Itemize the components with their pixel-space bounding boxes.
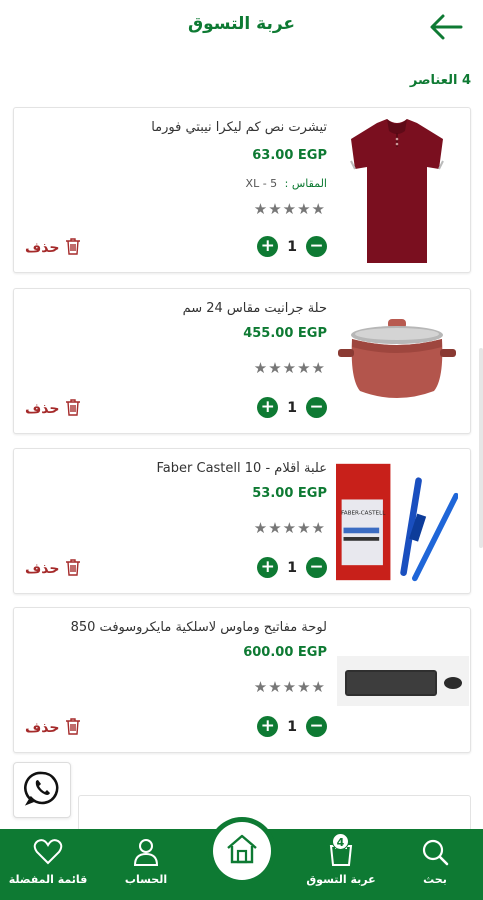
increase-quantity-button[interactable]: + — [257, 716, 279, 737]
product-size: المقاس : XL - 5 — [246, 177, 327, 190]
user-icon — [101, 837, 191, 869]
star-icon: ★ — [268, 200, 282, 218]
delete-button[interactable]: حذف — [25, 558, 81, 580]
product-price: 63.00 EGP — [252, 148, 327, 163]
increase-quantity-button[interactable]: + — [257, 557, 279, 578]
scrollbar[interactable] — [479, 348, 483, 548]
heart-icon — [3, 837, 93, 869]
star-icon: ★ — [282, 519, 297, 537]
product-name[interactable]: تيشرت نص كم ليكرا نيبتي فورما — [27, 120, 327, 135]
increase-quantity-button[interactable]: + — [257, 397, 279, 418]
trash-icon — [65, 237, 81, 259]
product-price: 455.00 EGP — [243, 326, 327, 341]
product-image[interactable] — [336, 116, 458, 266]
quantity-value: 1 — [287, 399, 297, 416]
trash-icon — [65, 558, 81, 580]
home-button[interactable] — [208, 817, 276, 885]
decrease-quantity-button[interactable]: − — [306, 557, 327, 578]
star-icon: ★ — [311, 678, 325, 696]
star-icon: ★ — [297, 359, 311, 377]
home-icon — [225, 832, 259, 870]
star-icon: ★ — [311, 519, 325, 537]
quantity-stepper: + 1 − — [257, 557, 327, 578]
star-icon: ★ — [282, 678, 297, 696]
increase-quantity-button[interactable]: + — [257, 236, 279, 257]
delete-button[interactable]: حذف — [25, 717, 81, 739]
cart-item: تيشرت نص كم ليكرا نيبتي فورما 63.00 EGP … — [13, 107, 471, 273]
quantity-value: 1 — [287, 238, 297, 255]
decrease-quantity-button[interactable]: − — [306, 236, 327, 257]
product-image[interactable] — [336, 616, 470, 746]
nav-account[interactable]: الحساب — [101, 829, 191, 900]
star-icon: ★ — [311, 359, 325, 377]
back-arrow-icon[interactable] — [429, 12, 463, 42]
page-title: عربة التسوق — [187, 14, 296, 34]
whatsapp-button[interactable] — [13, 762, 71, 818]
nav-search-label: بحث — [423, 873, 447, 886]
trash-icon — [65, 398, 81, 420]
star-icon: ★ — [297, 519, 311, 537]
nav-cart-label: عربة التسوق — [306, 873, 376, 886]
delete-button[interactable]: حذف — [25, 237, 81, 259]
product-price: 53.00 EGP — [252, 486, 327, 501]
delete-label: حذف — [25, 720, 60, 736]
whatsapp-icon — [24, 770, 60, 810]
star-icon: ★ — [297, 200, 311, 218]
star-icon: ★ — [268, 678, 282, 696]
product-image[interactable]: FABER-CASTELL — [336, 457, 458, 587]
delete-label: حذف — [25, 561, 60, 577]
delete-label: حذف — [25, 401, 60, 417]
star-icon: ★ — [253, 359, 268, 377]
rating-stars: ★ ★ ★ ★ ★ — [254, 202, 325, 217]
svg-text:FABER-CASTELL: FABER-CASTELL — [341, 510, 386, 516]
cart-item: FABER-CASTELL علبة أقلام - Faber Castell… — [13, 448, 471, 594]
home-icon-wrap — [213, 822, 271, 880]
quantity-stepper: + 1 − — [257, 236, 327, 257]
cart-item: حلة جرانيت مقاس 24 سم 455.00 EGP ★ ★ ★ ★ ★ +… — [13, 288, 471, 434]
product-name[interactable]: علبة أقلام - Faber Castell 10 — [27, 461, 327, 476]
rating-stars: ★ ★ ★ ★ ★ — [254, 521, 325, 536]
star-icon: ★ — [282, 200, 297, 218]
product-name[interactable]: حلة جرانيت مقاس 24 سم — [27, 301, 327, 316]
star-icon: ★ — [268, 359, 282, 377]
search-icon — [390, 837, 480, 869]
cart-page: عربة التسوق 4 العناصر تيشرت نص كم ليكرا … — [0, 0, 483, 900]
product-image[interactable] — [336, 297, 458, 427]
quantity-stepper: + 1 − — [257, 716, 327, 737]
header: عربة التسوق — [0, 0, 483, 56]
nav-cart[interactable]: 4 عربة التسوق — [296, 829, 386, 900]
items-count: 4 العناصر — [409, 73, 471, 88]
quantity-value: 1 — [287, 718, 297, 735]
size-value: XL - 5 — [245, 177, 278, 190]
nav-account-label: الحساب — [124, 873, 168, 886]
star-icon: ★ — [253, 200, 268, 218]
product-price: 600.00 EGP — [243, 645, 327, 660]
size-label: المقاس : — [284, 177, 327, 190]
star-icon: ★ — [297, 678, 311, 696]
cart-badge: 4 — [332, 833, 349, 850]
nav-wishlist[interactable]: قائمة المفضلة — [3, 829, 93, 900]
nav-wishlist-label: قائمة المفضلة — [8, 873, 88, 886]
quantity-value: 1 — [287, 559, 297, 576]
delete-label: حذف — [25, 240, 60, 256]
star-icon: ★ — [282, 359, 297, 377]
nav-search[interactable]: بحث — [390, 829, 480, 900]
star-icon: ★ — [268, 519, 282, 537]
decrease-quantity-button[interactable]: − — [306, 716, 327, 737]
delete-button[interactable]: حذف — [25, 398, 81, 420]
cart-item: لوحة مفاتيح وماوس لاسلكية مايكروسوفت 850… — [13, 607, 471, 753]
rating-stars: ★ ★ ★ ★ ★ — [254, 680, 325, 695]
decrease-quantity-button[interactable]: − — [306, 397, 327, 418]
star-icon: ★ — [253, 519, 268, 537]
product-name[interactable]: لوحة مفاتيح وماوس لاسلكية مايكروسوفت 850 — [27, 620, 327, 635]
rating-stars: ★ ★ ★ ★ ★ — [254, 361, 325, 376]
star-icon: ★ — [253, 678, 268, 696]
trash-icon — [65, 717, 81, 739]
star-icon: ★ — [311, 200, 325, 218]
quantity-stepper: + 1 − — [257, 397, 327, 418]
